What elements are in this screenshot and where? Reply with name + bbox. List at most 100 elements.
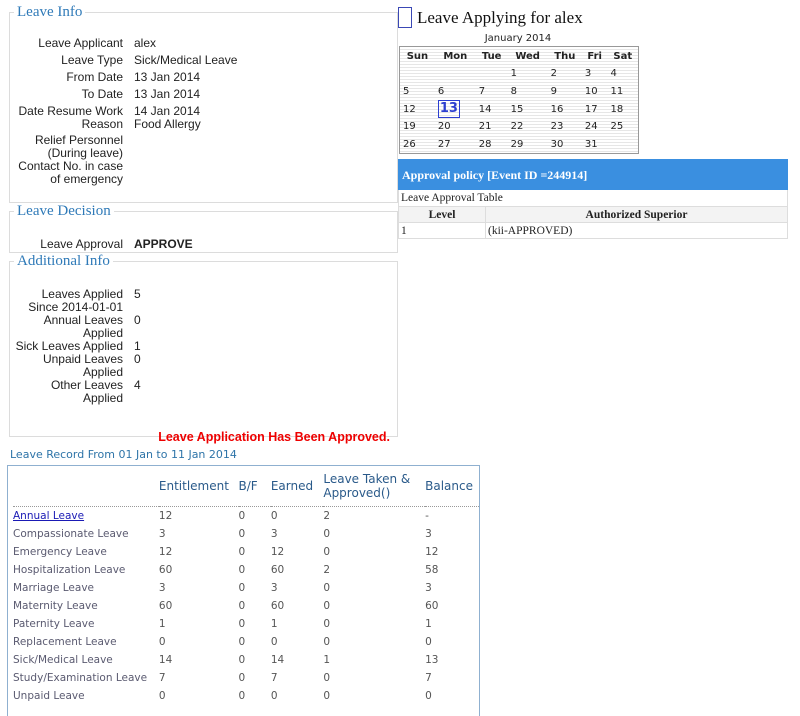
leaves-applied-value: 5 bbox=[134, 287, 141, 301]
from-date-row: From Date 13 Jan 2014 bbox=[10, 71, 400, 84]
calendar-day[interactable]: 7 bbox=[476, 83, 508, 101]
leave-type-label: Leave Type bbox=[61, 53, 123, 67]
from-date-label: From Date bbox=[66, 70, 123, 84]
calendar-week: 19 20 21 22 23 24 25 bbox=[400, 118, 638, 136]
calendar-day-number: 16 bbox=[550, 103, 564, 115]
calendar-empty-cell bbox=[607, 136, 638, 154]
leave-record-title: Leave Record From 01 Jan to 11 Jan 2014 bbox=[10, 448, 237, 461]
calendar-day[interactable]: 5 bbox=[400, 83, 435, 101]
calendar-day[interactable]: 28 bbox=[476, 136, 508, 154]
cell-balance: 7 bbox=[425, 672, 432, 684]
unpaid-leaves-label: Unpaid Leaves Applied bbox=[42, 352, 123, 379]
calendar-day[interactable]: 2 bbox=[548, 65, 582, 83]
from-date-value: 13 Jan 2014 bbox=[134, 70, 201, 84]
leave-type-name: Replacement Leave bbox=[13, 636, 117, 648]
calendar-day-selected[interactable]: 13 bbox=[435, 100, 476, 118]
calendar-day[interactable]: 25 bbox=[607, 118, 638, 136]
calendar-day[interactable]: 31 bbox=[582, 136, 608, 154]
cell-earned: 0 bbox=[270, 690, 278, 702]
cell-earned: 3 bbox=[270, 528, 278, 540]
col-leave-taken: Leave Taken & Approved() bbox=[323, 466, 426, 507]
calendar-day[interactable]: 18 bbox=[607, 100, 638, 118]
cell-balance: 60 bbox=[425, 600, 439, 612]
cell-earned: 60 bbox=[270, 600, 285, 612]
calendar-day-number: 12 bbox=[403, 103, 416, 115]
calendar-day[interactable]: 19 bbox=[400, 118, 435, 136]
weekday-thu: Thu bbox=[554, 50, 576, 62]
leave-type-value: Sick/Medical Leave bbox=[134, 53, 238, 67]
col-level: Level bbox=[398, 206, 486, 223]
calendar-day-number: 27 bbox=[437, 138, 451, 150]
cell-balance: 13 bbox=[425, 654, 439, 666]
annual-leaves-label: Annual Leaves Applied bbox=[43, 313, 123, 340]
calendar-day[interactable]: 6 bbox=[435, 83, 476, 101]
weekday-sun: Sun bbox=[406, 50, 429, 62]
cell-balance: 0 bbox=[425, 690, 432, 702]
calendar-day[interactable]: 17 bbox=[582, 100, 608, 118]
cell-taken: 2 bbox=[323, 564, 331, 576]
calendar-day-number: 11 bbox=[610, 85, 624, 97]
approval-level: 1 bbox=[398, 222, 486, 239]
cell-bf: 0 bbox=[238, 546, 246, 558]
select-checkbox[interactable] bbox=[398, 7, 412, 28]
calendar-day[interactable]: 26 bbox=[400, 136, 435, 154]
calendar-day[interactable]: 8 bbox=[508, 83, 548, 101]
calendar-day[interactable]: 20 bbox=[435, 118, 476, 136]
calendar-day[interactable]: 15 bbox=[508, 100, 548, 118]
cell-taken: 0 bbox=[323, 690, 331, 702]
calendar-title: January 2014 bbox=[484, 33, 552, 44]
calendar-day[interactable]: 14 bbox=[476, 100, 508, 118]
calendar-day[interactable]: 21 bbox=[476, 118, 508, 136]
calendar-day[interactable]: 12 bbox=[400, 100, 435, 118]
to-date-value: 13 Jan 2014 bbox=[134, 87, 201, 101]
calendar-day[interactable]: 23 bbox=[548, 118, 582, 136]
cell-earned: 7 bbox=[270, 672, 278, 684]
calendar-day[interactable]: 29 bbox=[508, 136, 548, 154]
calendar-day[interactable]: 30 bbox=[548, 136, 582, 154]
cell-balance: 0 bbox=[425, 636, 432, 648]
leave-approval-value: APPROVE bbox=[134, 237, 193, 251]
leave-type-name: Unpaid Leave bbox=[13, 690, 85, 702]
annual-leaves-row: Annual Leaves Applied 0 bbox=[10, 314, 400, 340]
leave-type-row: Leave Type Sick/Medical Leave bbox=[10, 54, 400, 67]
other-leaves-row: Other Leaves Applied 4 bbox=[10, 379, 400, 405]
leave-record-row: Hospitalization Leave 60 0 60 2 58 bbox=[13, 561, 479, 579]
col-authorized-superior: Authorized Superior bbox=[485, 206, 788, 223]
calendar-day[interactable]: 4 bbox=[607, 65, 638, 83]
calendar-day-number: 4 bbox=[610, 68, 617, 80]
approval-policy: Approval policy [Event ID =244914] Leave… bbox=[398, 159, 788, 239]
calendar-day[interactable]: 1 bbox=[508, 65, 548, 83]
leave-type-name: Paternity Leave bbox=[13, 618, 95, 630]
applying-header: Leave Applying for alex bbox=[398, 7, 583, 28]
leave-type-link[interactable]: Annual Leave bbox=[13, 510, 84, 522]
leave-record-row: Compassionate Leave 3 0 3 0 3 bbox=[13, 525, 479, 543]
calendar-day[interactable]: 9 bbox=[548, 83, 582, 101]
cell-taken: 0 bbox=[323, 600, 331, 612]
leave-record-row: Emergency Leave 12 0 12 0 12 bbox=[13, 543, 479, 561]
cell-taken: 0 bbox=[323, 672, 331, 684]
calendar-day[interactable]: 3 bbox=[582, 65, 608, 83]
to-date-row: To Date 13 Jan 2014 bbox=[10, 88, 400, 101]
calendar-day[interactable]: 16 bbox=[548, 100, 582, 118]
annual-leaves-value: 0 bbox=[134, 313, 141, 327]
cell-earned: 0 bbox=[270, 510, 278, 522]
leave-record-row: Annual Leave 12 0 0 2 - bbox=[13, 507, 479, 526]
calendar-day-number: 3 bbox=[584, 68, 592, 80]
leave-record-table: Entitlement B/F Earned Leave Taken & App… bbox=[7, 465, 480, 716]
calendar-day-number: 1 bbox=[510, 68, 517, 80]
reason-label: Reason bbox=[81, 117, 123, 131]
calendar-day[interactable]: 11 bbox=[607, 83, 638, 101]
other-leaves-value: 4 bbox=[134, 378, 141, 392]
cell-bf: 0 bbox=[238, 618, 246, 630]
calendar-empty-cell bbox=[400, 65, 435, 83]
calendar-day[interactable]: 27 bbox=[435, 136, 476, 154]
cell-earned: 12 bbox=[270, 546, 285, 558]
calendar-day[interactable]: 24 bbox=[582, 118, 608, 136]
cell-taken: 0 bbox=[323, 528, 331, 540]
calendar-day[interactable]: 22 bbox=[508, 118, 548, 136]
cell-bf: 0 bbox=[238, 690, 246, 702]
weekday-fri: Fri bbox=[587, 50, 602, 62]
calendar-day-number: 22 bbox=[510, 121, 524, 133]
calendar-day[interactable]: 10 bbox=[582, 83, 608, 101]
cell-balance: 3 bbox=[425, 582, 432, 594]
